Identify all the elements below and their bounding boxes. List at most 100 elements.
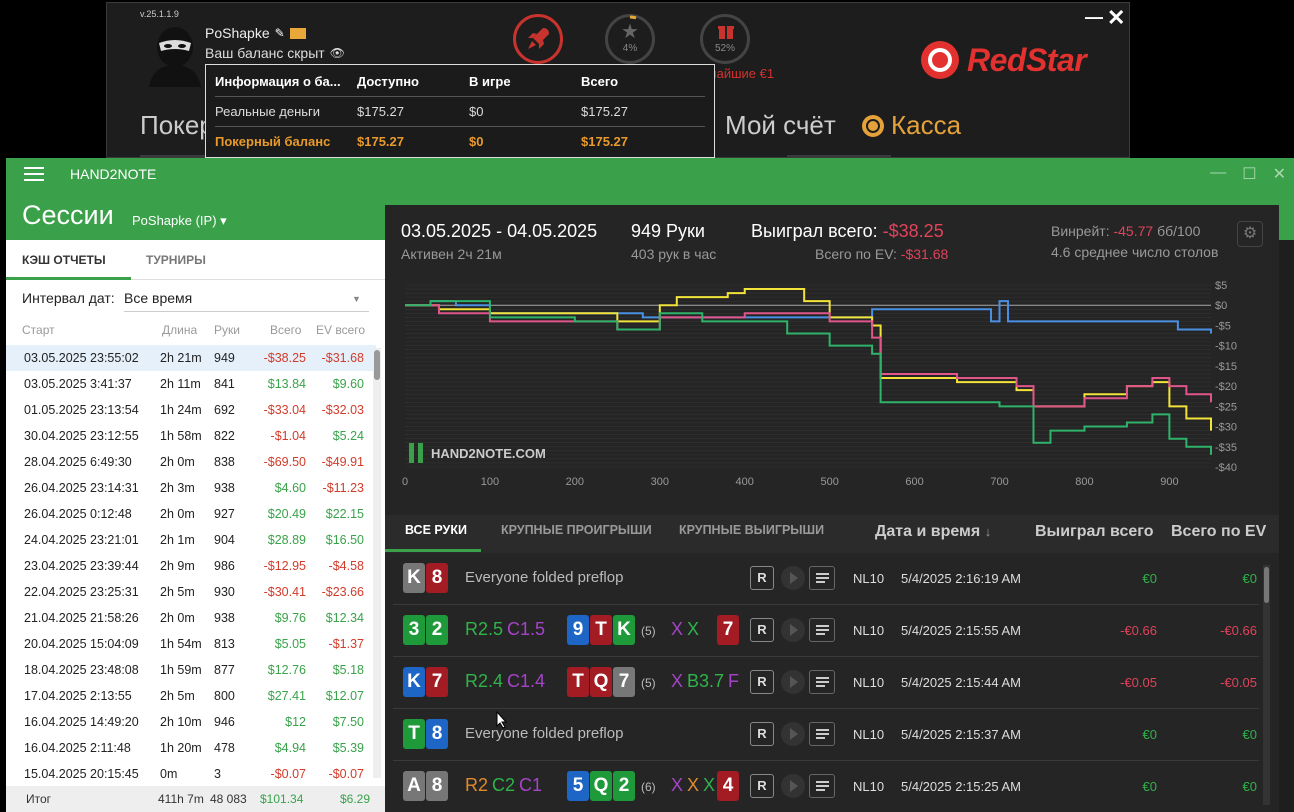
action: R2.4: [465, 671, 504, 691]
hand-history-icon[interactable]: [809, 774, 835, 798]
replay-button[interactable]: R: [750, 566, 774, 590]
tab-tournaments[interactable]: ТУРНИРЫ: [146, 253, 206, 267]
play-icon[interactable]: [781, 670, 805, 694]
interval-underline: [124, 311, 369, 312]
session-row[interactable]: 28.04.2025 6:49:30 2h 0m 838 -$69.50 -$49.91: [6, 449, 376, 475]
mail-icon[interactable]: [289, 27, 306, 39]
session-row[interactable]: 15.04.2025 20:15:45 0m 3 -$0.07 -$0.07: [6, 761, 376, 787]
app-title: HAND2NOTE: [70, 166, 157, 182]
cell-start: 22.04.2025 23:25:31: [24, 585, 139, 599]
close-button[interactable]: ✕: [1107, 5, 1125, 31]
tab-big-losses[interactable]: КРУПНЫЕ ПРОИГРЫШИ: [501, 523, 652, 537]
session-row[interactable]: 03.05.2025 23:55:02 2h 21m 949 -$38.25 -$31.…: [6, 345, 376, 371]
star-progress[interactable]: ★ 4%: [605, 14, 655, 64]
tab-big-wins[interactable]: КРУПНЫЕ ВЫИГРЫШИ: [679, 523, 824, 537]
minimize-button[interactable]: —: [1085, 7, 1103, 28]
replay-button[interactable]: R: [750, 774, 774, 798]
tab-cash-reports[interactable]: КЭШ ОТЧЕТЫ: [22, 253, 106, 267]
col-start[interactable]: Старт: [22, 323, 55, 337]
cell-len: 1h 58m: [160, 429, 202, 443]
session-row[interactable]: 03.05.2025 3:41:37 2h 11m 841 $13.84 $9.60: [6, 371, 376, 397]
cell-hands: 877: [214, 663, 235, 677]
cell-ev: -$0.07: [328, 767, 364, 781]
rocket-button[interactable]: [513, 14, 563, 64]
sessions-panel: КЭШ ОТЧЕТЫ ТУРНИРЫ Интервал дат: Все вре…: [6, 240, 385, 812]
gear-icon[interactable]: ⚙: [1237, 221, 1263, 247]
balance-table: Информация о ба... Доступно В игре Всего…: [215, 68, 705, 156]
balance-hidden-label[interactable]: Ваш баланс скрыт 👁: [205, 45, 345, 61]
card: K: [613, 615, 635, 645]
hand-history-icon[interactable]: [809, 670, 835, 694]
nav-account[interactable]: Мой счёт: [725, 110, 836, 141]
tab-all-hands[interactable]: ВСЕ РУКИ: [405, 523, 467, 537]
hand-row[interactable]: 3 2 R2.5 C1.5 9 T K (5) X X 7 R NL10 5/4/2025 2:15:55…: [393, 605, 1259, 657]
cell-start: 18.04.2025 23:48:08: [24, 663, 139, 677]
cell-total: -$1.04: [270, 429, 306, 443]
replay-button[interactable]: R: [750, 670, 774, 694]
cell-ev: -$4.58: [328, 559, 364, 573]
replay-button[interactable]: R: [750, 722, 774, 746]
hand-row[interactable]: A 8 R2 C2 C1 5 Q 2 (6) X X X 4 R NL10 5/4/2025 2:15:25 …: [393, 761, 1259, 812]
play-icon[interactable]: [781, 618, 805, 642]
maximize-icon[interactable]: ☐: [1242, 164, 1256, 184]
session-row[interactable]: 23.04.2025 23:39:44 2h 9m 986 -$12.95 -$4.58: [6, 553, 376, 579]
pot-size: (5): [641, 676, 656, 690]
username[interactable]: PoShapke ✎: [205, 25, 306, 41]
play-icon[interactable]: [781, 722, 805, 746]
close-icon[interactable]: ✕: [1273, 164, 1286, 184]
chevron-down-icon[interactable]: ▼: [352, 294, 361, 304]
session-row[interactable]: 16.04.2025 2:11:48 1h 20m 478 $4.94 $5.39: [6, 735, 376, 761]
hand-row[interactable]: T 8 Everyone folded preflop R NL10 5/4/2025 2…: [393, 709, 1259, 761]
poker-chip-icon: [921, 41, 959, 79]
session-row[interactable]: 01.05.2025 23:13:54 1h 24m 692 -$33.04 -$32.…: [6, 397, 376, 423]
scrollbar-thumb[interactable]: [374, 350, 380, 380]
interval-select[interactable]: Все время: [124, 290, 192, 306]
session-row[interactable]: 22.04.2025 23:25:31 2h 5m 930 -$30.41 -$23.6…: [6, 579, 376, 605]
avatar[interactable]: [145, 25, 205, 87]
session-row[interactable]: 26.04.2025 23:14:31 2h 3m 938 $4.60 -$11.23: [6, 475, 376, 501]
cards: T8: [403, 719, 449, 749]
replay-button[interactable]: R: [750, 618, 774, 642]
sort-ev[interactable]: Всего по EV: [1171, 523, 1266, 541]
sort-won[interactable]: Выиграл всего: [1035, 523, 1153, 541]
nav-poker[interactable]: Покер: [140, 110, 214, 141]
ev-total: Всего по EV: -$31.68: [815, 246, 949, 262]
action: X: [687, 775, 700, 795]
col-total[interactable]: Всего: [270, 323, 301, 337]
session-row[interactable]: 24.04.2025 23:21:01 2h 1m 904 $28.89 $16.50: [6, 527, 376, 553]
hand-datetime: 5/4/2025 2:16:19 AM: [901, 571, 1021, 586]
hands-scrollbar-thumb[interactable]: [1264, 567, 1269, 603]
gift-progress[interactable]: 52%: [700, 14, 750, 64]
play-icon[interactable]: [781, 774, 805, 798]
hand-won: -€0.05: [1120, 675, 1157, 690]
cell-total: $28.89: [267, 533, 306, 547]
cell-total: $12: [285, 715, 306, 729]
col-ev[interactable]: EV всего: [316, 323, 365, 337]
session-row[interactable]: 30.04.2025 23:12:55 1h 58m 822 -$1.04 $5.24: [6, 423, 376, 449]
hand-history-icon[interactable]: [809, 722, 835, 746]
eye-icon[interactable]: 👁: [330, 46, 345, 60]
col-length[interactable]: Длина: [162, 323, 197, 337]
minimize-icon[interactable]: —: [1210, 164, 1226, 184]
date-range: 03.05.2025 - 04.05.2025: [401, 221, 598, 241]
session-row[interactable]: 20.04.2025 15:04:09 1h 54m 813 $5.05 -$1.37: [6, 631, 376, 657]
hand-history-icon[interactable]: [809, 618, 835, 642]
hand-row[interactable]: K 7 R2.4 C1.4 T Q 7 (5) X B3.7 F R NL10 5/4/2025 2:15…: [393, 657, 1259, 709]
nav-cashier[interactable]: Касса: [861, 110, 961, 141]
session-row[interactable]: 17.04.2025 2:13:55 2h 5m 800 $27.41 $12.07: [6, 683, 376, 709]
session-row[interactable]: 21.04.2025 21:58:26 2h 0m 938 $9.76 $12.34: [6, 605, 376, 631]
session-row[interactable]: 18.04.2025 23:48:08 1h 59m 877 $12.76 $5.18: [6, 657, 376, 683]
x-tick-label: 0: [402, 476, 408, 488]
col-hands[interactable]: Руки: [214, 323, 240, 337]
session-row[interactable]: 26.04.2025 0:12:48 2h 0m 927 $20.49 $22.15: [6, 501, 376, 527]
cell-hands: 813: [214, 637, 235, 651]
sort-date[interactable]: Дата и время ↓: [875, 523, 991, 541]
pencil-icon[interactable]: ✎: [275, 26, 285, 40]
player-selector[interactable]: PoShapke (IP) ▾: [132, 213, 227, 229]
session-row[interactable]: 16.04.2025 14:49:20 2h 10m 946 $12 $7.50: [6, 709, 376, 735]
hamburger-menu-icon[interactable]: [24, 167, 44, 181]
hand-row[interactable]: K 8 Everyone folded preflop R NL10 5/4/2025 2…: [393, 553, 1259, 605]
hand-history-icon[interactable]: [809, 566, 835, 590]
play-icon[interactable]: [781, 566, 805, 590]
scrollbar[interactable]: [373, 348, 381, 778]
